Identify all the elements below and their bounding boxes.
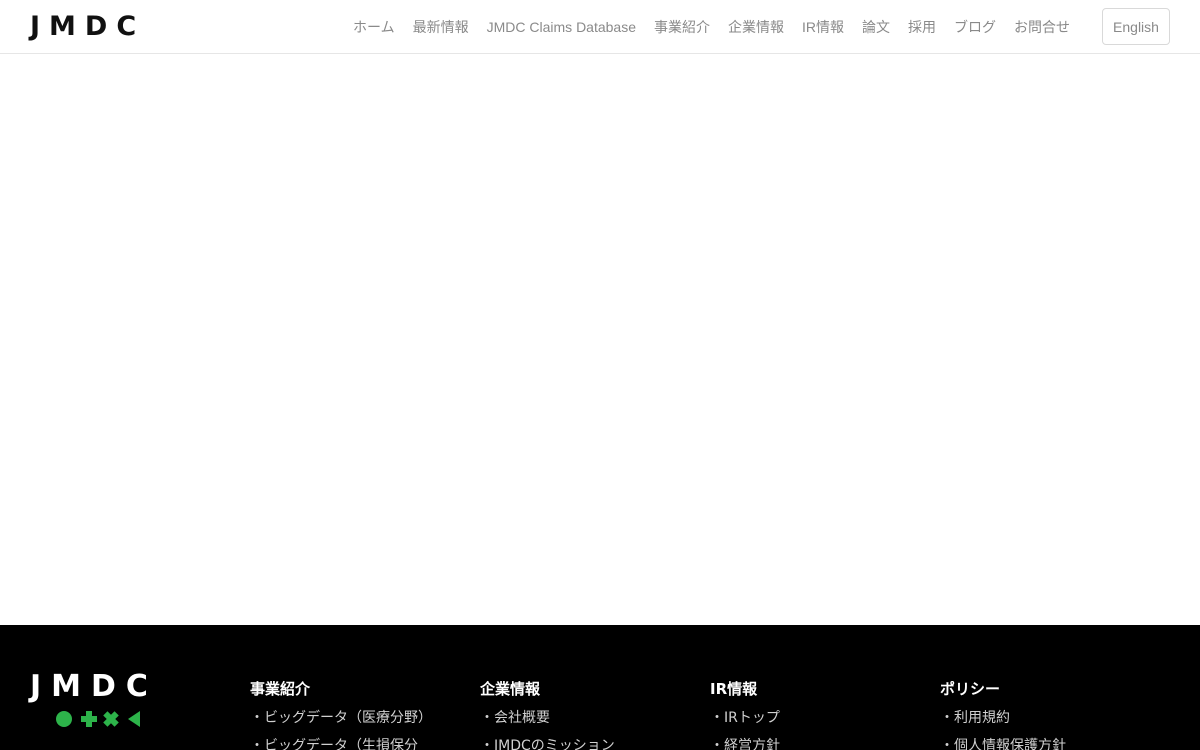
footer-link[interactable]: ・個人情報保護方針 [940,736,1066,750]
nav-blog[interactable]: ブログ [954,17,996,37]
nav-ir[interactable]: IR情報 [802,17,844,37]
footer-link[interactable]: ・ビッグデータ（医療分野） [250,708,432,728]
site-header: JMDC ホーム 最新情報 JMDC Claims Database 事業紹介 … [0,0,1200,54]
footer-col-ir: IR情報 ・IRトップ ・経営方針 [710,679,780,750]
footer-col-title: IR情報 [710,680,758,698]
nav-papers[interactable]: 論文 [862,17,890,37]
footer-col-title: 企業情報 [480,680,541,698]
nav-contact[interactable]: お問合せ [1014,17,1070,37]
footer-col-company: 企業情報 ・会社概要 ・JMDCのミッション [480,679,615,750]
nav-home[interactable]: ホーム [353,17,395,37]
nav-news[interactable]: 最新情報 [413,17,469,37]
nav-claims-database[interactable]: JMDC Claims Database [487,19,636,35]
footer-logo[interactable]: JMDC [30,669,158,727]
footer-logo-wordmark: JMDC [30,669,158,704]
footer-link[interactable]: ・JMDCのミッション [480,736,615,750]
footer-link[interactable]: ・IRトップ [710,708,780,728]
footer-col-policy: ポリシー ・利用規約 ・個人情報保護方針 [940,679,1066,750]
footer-col-business: 事業紹介 ・ビッグデータ（医療分野） ・ビッグデータ（生損保分 [250,679,432,750]
footer-col-title: 事業紹介 [250,680,311,698]
nav-company[interactable]: 企業情報 [728,17,784,37]
logo-symbols-icon [56,711,140,727]
footer-link[interactable]: ・利用規約 [940,708,1066,728]
footer-link[interactable]: ・経営方針 [710,736,780,750]
nav-recruit[interactable]: 採用 [908,17,936,37]
footer-link[interactable]: ・会社概要 [480,708,615,728]
english-language-button[interactable]: English [1102,8,1170,45]
footer-link[interactable]: ・ビッグデータ（生損保分 [250,736,432,750]
jmdc-logo[interactable]: JMDC [30,12,145,42]
footer-col-title: ポリシー [940,680,1001,698]
site-footer: JMDC 事業紹介 ・ビッグデータ（医療分野） ・ビッグデータ（生損保分 企業情… [0,625,1200,750]
nav-business[interactable]: 事業紹介 [654,17,710,37]
main-nav: ホーム 最新情報 JMDC Claims Database 事業紹介 企業情報 … [353,0,1070,54]
main-content [0,54,1200,625]
